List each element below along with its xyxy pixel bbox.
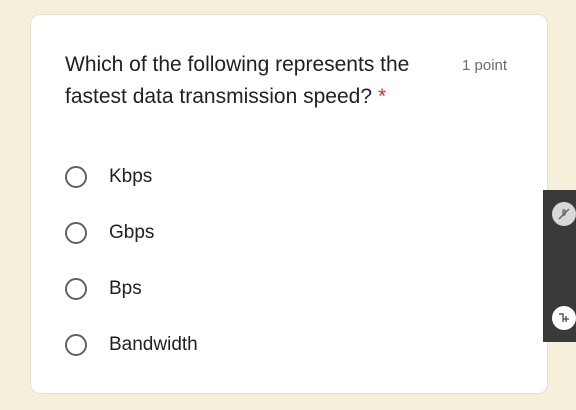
radio-button[interactable]: [65, 166, 87, 188]
radio-button[interactable]: [65, 222, 87, 244]
option-kbps[interactable]: Kbps: [65, 149, 198, 205]
option-label: Kbps: [109, 166, 153, 187]
option-gbps[interactable]: Gbps: [65, 205, 198, 261]
page: Which of the following represents the fa…: [0, 0, 576, 410]
question-title: Which of the following represents the fa…: [65, 49, 455, 113]
mic-off-icon[interactable]: [552, 202, 576, 226]
question-card: Which of the following represents the fa…: [30, 14, 548, 394]
add-note-icon[interactable]: [552, 306, 576, 330]
option-label: Bps: [109, 278, 142, 299]
option-bps[interactable]: Bps: [65, 261, 198, 317]
option-bandwidth[interactable]: Bandwidth: [65, 317, 198, 373]
options-list: Kbps Gbps Bps Bandwidth: [65, 149, 198, 373]
radio-button[interactable]: [65, 278, 87, 300]
points-label: 1 point: [462, 57, 508, 74]
question-header: Which of the following represents the fa…: [65, 49, 525, 113]
option-label: Bandwidth: [109, 334, 198, 355]
question-text: Which of the following represents the fa…: [65, 53, 410, 108]
option-label: Gbps: [109, 222, 155, 243]
radio-button[interactable]: [65, 334, 87, 356]
side-panel: [543, 190, 576, 342]
required-asterisk: *: [378, 85, 387, 108]
